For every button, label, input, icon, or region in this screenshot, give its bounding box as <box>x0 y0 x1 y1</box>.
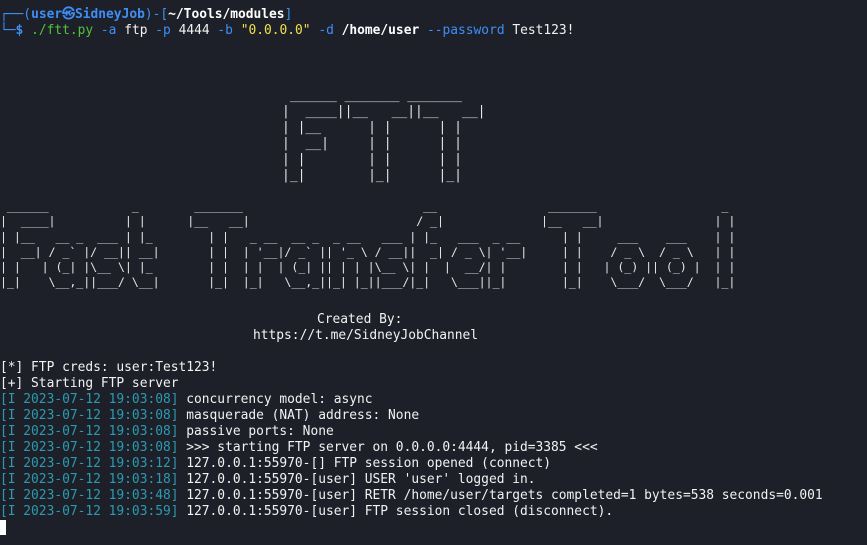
log-prefix: [I 2023-07-12 19:03:59] <box>0 504 179 519</box>
log-line: [I 2023-07-12 19:03:59] 127.0.0.1:55970-… <box>0 504 613 520</box>
command-flag-d: -d <box>318 23 334 38</box>
prompt-at-symbol-icon: ㉿ <box>62 7 75 22</box>
log-line: [I 2023-07-12 19:03:12] 127.0.0.1:55970-… <box>0 456 551 472</box>
command-flag-password: --password <box>426 23 505 38</box>
prompt-close-bracket: ] <box>284 7 293 22</box>
log-prefix: [I 2023-07-12 19:03:08] <box>0 440 179 455</box>
command-value-password: Test123! <box>512 23 575 38</box>
log-message: concurrency model: async <box>186 392 373 407</box>
log-line: [I 2023-07-12 19:03:08] >>> starting FTP… <box>0 440 598 456</box>
ftt-ascii-banner: ______ _______ _______ | ____||__ __||__… <box>282 88 486 183</box>
prompt-open-bracket: [ <box>160 7 169 22</box>
log-prefix: [I 2023-07-12 19:03:08] <box>0 392 179 407</box>
log-prefix: [I 2023-07-12 19:03:08] <box>0 408 179 423</box>
log-line: [I 2023-07-12 19:03:48] 127.0.0.1:55970-… <box>0 488 823 504</box>
channel-url[interactable]: https://t.me/SidneyJobChannel <box>253 328 478 344</box>
prompt-dollar: $ <box>15 23 24 38</box>
log-line: [I 2023-07-12 19:03:08] masquerade (NAT)… <box>0 408 419 424</box>
fast-transfer-tool-ascii-banner: ______ _ _______ __ _______ _ | ____| | … <box>0 199 736 290</box>
log-message: passive ports: None <box>186 424 334 439</box>
log-message: 127.0.0.1:55970-[user] USER 'user' logge… <box>186 472 536 487</box>
creds-line: [*] FTP creds: user:Test123! <box>0 360 218 375</box>
prompt-user: user <box>31 7 63 22</box>
command-line[interactable]: └─$ ./ftt.py -a ftp -p 4444 -b "0.0.0.0"… <box>0 23 574 39</box>
log-prefix: [I 2023-07-12 19:03:08] <box>0 424 179 439</box>
log-prefix: [I 2023-07-12 19:03:48] <box>0 488 179 503</box>
log-prefix: [I 2023-07-12 19:03:12] <box>0 456 179 471</box>
command-value-d: /home/user <box>341 23 420 38</box>
command-value-a: ftp <box>124 23 148 38</box>
terminal-cursor[interactable] <box>0 520 6 535</box>
log-prefix: [I 2023-07-12 19:03:18] <box>0 472 179 487</box>
prompt-host: SidneyJob <box>75 7 145 22</box>
terminal-window[interactable]: ┌──(user㉿SidneyJob)-[~/Tools/modules] └─… <box>0 0 867 545</box>
log-message: 127.0.0.1:55970-[] FTP session opened (c… <box>186 456 552 471</box>
command-flag-a: -a <box>100 23 117 38</box>
command-value-p: 4444 <box>178 23 210 38</box>
prompt-close-paren: ) <box>144 7 153 22</box>
prompt-corner-top: ┌── <box>0 7 24 22</box>
log-line: [I 2023-07-12 19:03:08] passive ports: N… <box>0 424 334 440</box>
created-by-label: Created By: <box>317 312 403 327</box>
log-message: >>> starting FTP server on 0.0.0.0:4444,… <box>186 440 598 455</box>
prompt-cwd: ~/Tools/modules <box>168 7 285 22</box>
command-flag-p: -p <box>155 23 171 38</box>
log-line: [I 2023-07-12 19:03:08] concurrency mode… <box>0 392 373 408</box>
command-flag-b: -b <box>217 23 233 38</box>
prompt-header: ┌──(user㉿SidneyJob)-[~/Tools/modules] <box>0 7 292 23</box>
log-message: masquerade (NAT) address: None <box>186 408 420 423</box>
log-message: 127.0.0.1:55970-[user] FTP session close… <box>186 504 614 519</box>
starting-line: [+] Starting FTP server <box>0 376 179 391</box>
log-line: [I 2023-07-12 19:03:18] 127.0.0.1:55970-… <box>0 472 536 488</box>
command-executable: ./ftt.py <box>31 23 94 38</box>
prompt-open-paren: ( <box>23 7 32 22</box>
command-value-b: "0.0.0.0" <box>240 23 311 38</box>
log-message: 127.0.0.1:55970-[user] RETR /home/user/t… <box>186 488 823 503</box>
prompt-corner-bottom: └─ <box>0 23 16 38</box>
